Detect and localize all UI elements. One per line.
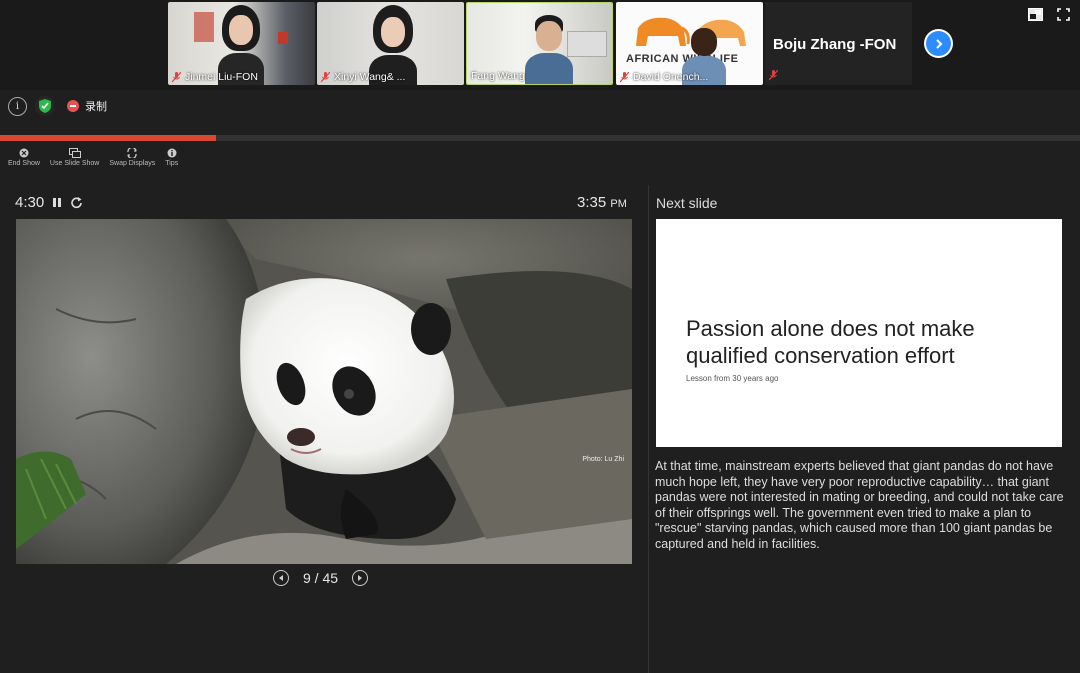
previous-slide-button[interactable] xyxy=(273,570,289,586)
participant-name: Xinyi Wang& ... xyxy=(321,71,405,83)
end-show-button[interactable]: End Show xyxy=(8,148,40,167)
photo-credit: Photo: Lu Zhi xyxy=(582,456,624,463)
participant-name: Fang Wang xyxy=(471,70,525,82)
security-shield-icon[interactable] xyxy=(35,96,55,116)
slide-navigation: 9 / 45 xyxy=(273,570,369,586)
pane-divider xyxy=(648,185,649,673)
next-arrow-icon xyxy=(358,575,363,581)
participant-strip: Jinmei Liu-FON Xinyi Wang& ... Fang Wang xyxy=(0,0,1080,90)
next-slide-label: Next slide xyxy=(656,195,718,211)
chevron-right-icon xyxy=(935,38,942,49)
slide-progress-bar xyxy=(0,135,1080,141)
fullscreen-icon[interactable] xyxy=(1057,8,1070,21)
next-slide-preview[interactable]: Passion alone does not make qualified co… xyxy=(656,219,1062,447)
recording-icon xyxy=(67,100,79,112)
current-slide: Photo: Lu Zhi xyxy=(16,219,632,564)
mic-muted-icon xyxy=(620,71,629,82)
next-participants-button[interactable] xyxy=(924,29,953,58)
next-slide-button[interactable] xyxy=(352,570,369,586)
mic-muted-icon xyxy=(172,71,181,82)
reset-timer-icon[interactable] xyxy=(70,196,83,209)
presentation-timer: 4:30 xyxy=(15,194,83,211)
next-slide-title: Passion alone does not make qualified co… xyxy=(686,316,975,368)
speaker-notes: At that time, mainstream experts believe… xyxy=(655,459,1064,551)
next-slide-subtitle: Lesson from 30 years ago xyxy=(686,374,779,383)
clock-time: 3:35 PM xyxy=(577,194,627,211)
participant-tile-xinyi[interactable]: Xinyi Wang& ... xyxy=(317,2,464,85)
participant-tile-jinmei[interactable]: Jinmei Liu-FON xyxy=(168,2,315,85)
participant-name: David Onench... xyxy=(620,71,708,83)
swap-icon xyxy=(127,148,137,158)
recording-indicator[interactable]: 录制 xyxy=(67,98,107,114)
mic-muted-icon xyxy=(769,70,778,81)
participant-tile-boju[interactable]: Boju Zhang -FON xyxy=(765,2,912,85)
mic-muted-icon xyxy=(321,71,330,82)
page-indicator: 9 / 45 xyxy=(303,570,339,586)
layout-toggle-icon[interactable] xyxy=(1028,8,1043,21)
active-speaker-name: Boju Zhang -FON xyxy=(773,36,897,53)
participant-tile-david[interactable]: AFRICAN WILDLIFE David Onench... xyxy=(616,2,763,85)
pause-icon[interactable] xyxy=(52,197,62,208)
slide-show-icon xyxy=(68,148,81,158)
participant-name: Jinmei Liu-FON xyxy=(172,71,258,83)
swap-displays-button[interactable]: Swap Displays xyxy=(109,148,155,167)
participant-tile-fang-active[interactable]: Fang Wang xyxy=(466,2,613,85)
tips-button[interactable]: Tips xyxy=(165,148,178,167)
tips-icon xyxy=(167,148,177,158)
info-icon[interactable]: i xyxy=(8,96,27,116)
panda-photo xyxy=(16,219,632,564)
previous-arrow-icon xyxy=(279,575,283,581)
use-slide-show-button[interactable]: Use Slide Show xyxy=(50,148,99,167)
slide-progress-fill xyxy=(0,135,216,141)
presenter-toolbar: End Show Use Slide Show Swap Displays Ti… xyxy=(8,148,178,167)
end-show-icon xyxy=(19,148,29,158)
